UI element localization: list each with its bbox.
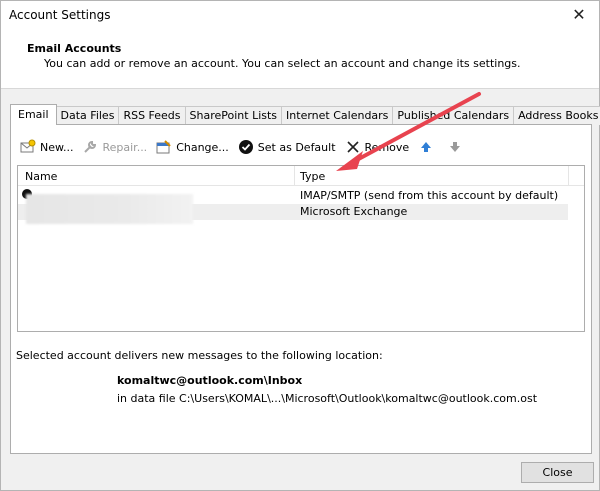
tab-email[interactable]: Email bbox=[10, 104, 57, 125]
annotation-arrow bbox=[336, 92, 481, 171]
account-settings-dialog: Account Settings ✕ Email Accounts You ca… bbox=[0, 0, 600, 491]
